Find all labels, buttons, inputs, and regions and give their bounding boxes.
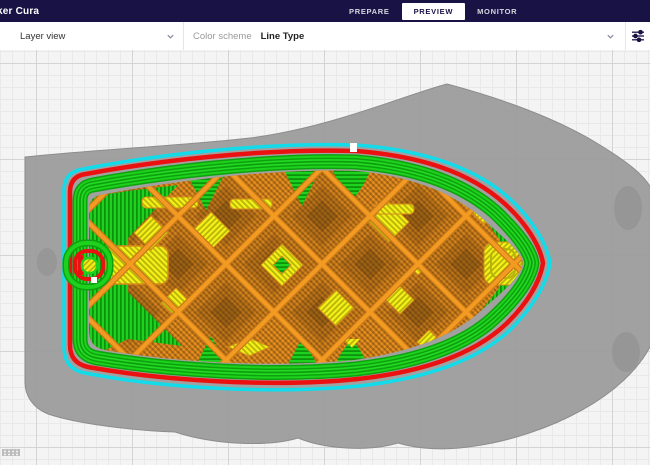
viewport-text-artifact xyxy=(2,449,20,456)
view-mode-select[interactable]: Layer view xyxy=(0,22,183,50)
sliders-icon xyxy=(631,29,645,43)
infill-region xyxy=(0,50,650,465)
view-mode-value: Layer view xyxy=(20,31,65,42)
skirt-brim-outline xyxy=(64,145,550,390)
color-scheme-value[interactable]: Line Type xyxy=(261,31,305,42)
stage-tabs: PREPARE PREVIEW MONITOR xyxy=(337,0,529,22)
chevron-down-icon[interactable] xyxy=(606,32,615,41)
seam-marker xyxy=(350,143,357,152)
tab-preview[interactable]: PREVIEW xyxy=(402,3,466,20)
toolbar-divider xyxy=(183,22,184,50)
tab-monitor[interactable]: MONITOR xyxy=(465,3,529,20)
inner-walls-band xyxy=(80,162,532,373)
model-shadow xyxy=(25,84,650,449)
app-header: ker Cura PREPARE PREVIEW MONITOR xyxy=(0,0,650,22)
color-scheme-label: Color scheme xyxy=(193,31,252,42)
outer-wall-outline xyxy=(70,151,543,383)
towing-eye xyxy=(66,243,110,287)
sliced-model-scene xyxy=(0,50,650,465)
chevron-down-icon xyxy=(166,32,175,41)
layer-view-viewport[interactable] xyxy=(0,50,650,465)
bow-walls xyxy=(450,174,523,350)
print-settings-button[interactable] xyxy=(626,22,650,50)
skin-patches xyxy=(106,197,522,356)
tab-prepare[interactable]: PREPARE xyxy=(337,3,402,20)
app-title: ker Cura xyxy=(0,6,39,17)
toolbar-right xyxy=(606,22,650,50)
cura-window: ker Cura PREPARE PREVIEW MONITOR Layer v… xyxy=(0,0,650,465)
preview-toolbar: Layer view Color scheme Line Type xyxy=(0,22,650,51)
